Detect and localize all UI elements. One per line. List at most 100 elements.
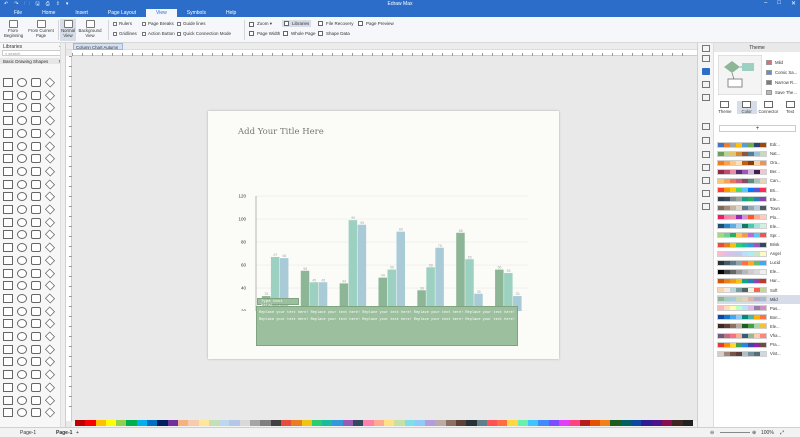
shape-thumbnail[interactable]	[17, 166, 27, 176]
color-palette[interactable]: Vint...	[717, 349, 800, 358]
shape-thumbnail[interactable]	[3, 154, 13, 164]
shape-thumbnail[interactable]	[44, 217, 56, 228]
menu-help[interactable]: Help	[216, 9, 246, 17]
color-swatch[interactable]	[672, 420, 683, 426]
zoom-dropdown[interactable]: Zoom ▾	[249, 21, 272, 27]
action-button-checkbox[interactable]: Action Button	[142, 31, 175, 36]
bar[interactable]	[396, 231, 406, 311]
layers-icon[interactable]	[702, 94, 710, 101]
shape-thumbnail[interactable]	[3, 395, 13, 405]
shape-thumbnail[interactable]	[31, 192, 41, 202]
color-palette[interactable]: Edr...	[717, 140, 800, 149]
color-swatch[interactable]	[332, 420, 343, 426]
theme-icon[interactable]	[702, 68, 710, 75]
shape-thumbnail[interactable]	[44, 356, 56, 367]
shape-thumbnail[interactable]	[17, 382, 27, 392]
shape-thumbnail[interactable]	[31, 293, 41, 303]
bar[interactable]	[300, 270, 310, 311]
shape-thumbnail[interactable]	[44, 191, 56, 202]
color-palette[interactable]: Ele...	[717, 267, 800, 276]
shape-thumbnail[interactable]	[31, 357, 41, 367]
shape-thumbnail[interactable]	[3, 243, 13, 253]
shape-thumbnail[interactable]	[17, 243, 27, 253]
file-recovery-button[interactable]: File Recovery	[318, 21, 354, 26]
maximize-icon[interactable]: □	[777, 0, 781, 7]
color-swatch[interactable]	[373, 420, 384, 426]
color-swatch[interactable]	[641, 420, 652, 426]
shape-thumbnail[interactable]	[3, 141, 13, 151]
color-swatch[interactable]	[455, 420, 467, 426]
shape-thumbnail[interactable]	[31, 370, 41, 380]
color-swatch[interactable]	[311, 420, 323, 426]
color-swatch[interactable]	[136, 420, 148, 426]
shape-thumbnail[interactable]	[17, 370, 27, 380]
color-swatch[interactable]	[147, 420, 158, 426]
whole-page-button[interactable]: Whole Page	[283, 31, 316, 36]
color-swatch[interactable]	[250, 420, 261, 426]
background-view-button[interactable]: Background View	[78, 19, 102, 38]
shape-thumbnail[interactable]	[31, 116, 41, 126]
zoom-in-icon[interactable]: ⊕	[752, 430, 756, 436]
shape-thumbnail[interactable]	[17, 230, 27, 240]
category-theme[interactable]: Theme	[715, 101, 735, 114]
shape-thumbnail[interactable]	[44, 369, 56, 380]
color-swatch[interactable]	[414, 420, 426, 426]
color-palette[interactable]: Bon...	[717, 313, 800, 322]
text-cell[interactable]: Replace your text here!	[362, 311, 412, 316]
color-swatch[interactable]	[219, 420, 230, 426]
text-cell[interactable]: Replace your text here!	[465, 318, 515, 323]
shape-thumbnail[interactable]	[44, 77, 56, 88]
theme-item[interactable]: Mild	[766, 57, 797, 67]
color-palette[interactable]: Ele...	[717, 322, 800, 331]
theme-item[interactable]: Save The...	[766, 87, 797, 97]
color-swatch[interactable]	[270, 420, 281, 426]
color-swatch[interactable]	[538, 420, 549, 426]
shape-thumbnail[interactable]	[31, 103, 41, 113]
text-cell[interactable]: Replace your text here!	[259, 318, 309, 323]
shape-thumbnail[interactable]	[44, 153, 56, 164]
text-cell[interactable]: Replace your text here!	[465, 311, 515, 316]
shape-thumbnail[interactable]	[31, 205, 41, 214]
shape-thumbnail[interactable]	[31, 141, 41, 151]
color-swatch[interactable]	[342, 420, 354, 426]
color-swatch[interactable]	[476, 420, 487, 426]
add-page-icon[interactable]: +	[76, 430, 79, 436]
color-swatch[interactable]	[517, 420, 529, 426]
color-swatch[interactable]	[353, 420, 364, 426]
page-preview-button[interactable]: Page Preview	[358, 21, 394, 26]
shape-thumbnail[interactable]	[3, 192, 13, 202]
shape-thumbnail[interactable]	[31, 395, 41, 405]
shape-thumbnail[interactable]	[3, 78, 13, 87]
shape-thumbnail[interactable]	[17, 90, 27, 100]
color-swatch[interactable]	[610, 420, 621, 426]
shape-thumbnail[interactable]	[31, 382, 41, 392]
color-palette[interactable]: Spr...	[717, 231, 800, 240]
shape-thumbnail[interactable]	[3, 293, 13, 303]
shape-thumbnail[interactable]	[3, 128, 13, 138]
color-swatch[interactable]	[620, 420, 632, 426]
shape-thumbnail[interactable]	[44, 140, 56, 152]
color-palette[interactable]: Pra...	[717, 340, 800, 349]
color-swatch[interactable]	[589, 420, 601, 426]
shape-thumbnail[interactable]	[44, 407, 56, 418]
fill-icon[interactable]	[702, 55, 710, 62]
text-cell[interactable]: Replace your text here!	[311, 311, 361, 316]
shape-thumbnail[interactable]	[44, 382, 56, 393]
text-header[interactable]: Type text here!	[257, 298, 299, 308]
color-swatch[interactable]	[167, 420, 178, 426]
rulers-checkbox[interactable]: Rulers	[113, 21, 132, 26]
shape-thumbnail[interactable]	[3, 408, 13, 418]
shape-thumbnail[interactable]	[3, 344, 13, 354]
bar[interactable]	[435, 247, 444, 311]
color-swatch[interactable]	[239, 420, 251, 426]
color-swatch[interactable]	[75, 420, 86, 426]
color-swatch[interactable]	[85, 420, 96, 426]
list-icon[interactable]	[702, 177, 710, 184]
shape-thumbnail[interactable]	[44, 204, 56, 215]
color-swatch[interactable]	[280, 420, 292, 426]
fit-page-icon[interactable]: ⤢	[780, 430, 784, 436]
shape-thumbnail[interactable]	[17, 281, 27, 291]
color-swatch[interactable]	[301, 420, 312, 426]
color-palette[interactable]: Angel	[717, 249, 800, 258]
table-icon[interactable]	[702, 151, 710, 158]
